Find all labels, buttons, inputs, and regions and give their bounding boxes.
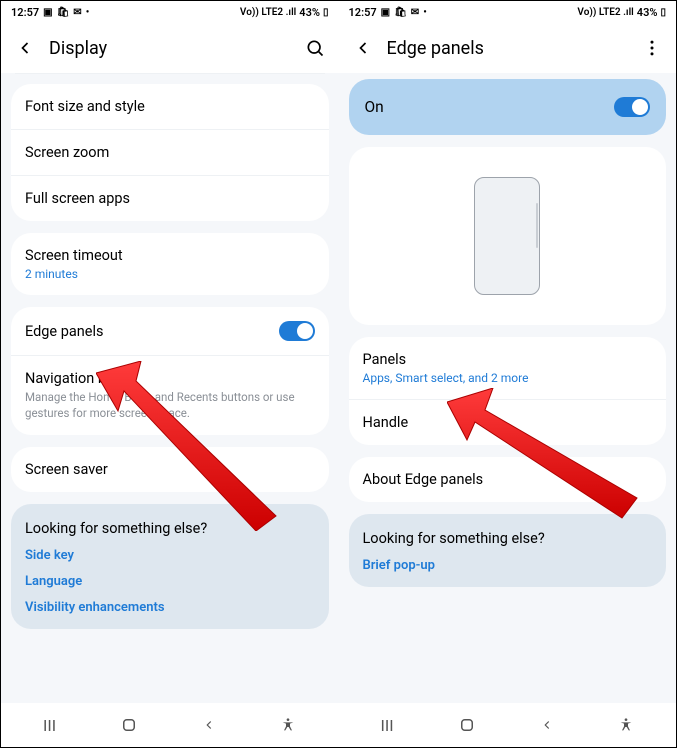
nav-recents-icon[interactable]: III <box>381 716 394 735</box>
link-language[interactable]: Language <box>25 574 315 589</box>
camera-icon: ▣ <box>43 7 52 18</box>
nav-home-icon[interactable] <box>458 716 476 734</box>
battery-pct: 43% <box>299 6 320 19</box>
phone-display-settings: 12:57 ▣ 🛍 ✉ • Vo)) LTE2 .ıll 43% ▯ Displ… <box>1 1 339 747</box>
battery-pct: 43% <box>637 6 658 19</box>
row-handle[interactable]: Handle <box>349 400 667 445</box>
row-font-size[interactable]: Font size and style <box>11 84 329 130</box>
nav-recents-icon[interactable]: III <box>43 716 56 735</box>
app-header: Display <box>1 23 339 73</box>
group-saver: Screen saver <box>11 447 329 492</box>
status-time: 12:57 <box>11 6 39 19</box>
status-bar: 12:57 ▣ 🛍 ✉ • Vo)) LTE2 .ıll 43% ▯ <box>1 1 339 23</box>
message-icon: ✉ <box>411 7 419 18</box>
link-visibility[interactable]: Visibility enhancements <box>25 600 315 615</box>
row-navigation-bar[interactable]: Navigation bar Manage the Home, Back, an… <box>11 356 329 435</box>
panels-sub: Apps, Smart select, and 2 more <box>363 371 653 385</box>
shop-icon: 🛍 <box>57 7 70 18</box>
app-header: Edge panels <box>339 23 677 73</box>
nav-accessibility-icon[interactable] <box>618 717 634 733</box>
group-about: About Edge panels <box>349 457 667 502</box>
master-toggle-row[interactable]: On <box>349 79 667 135</box>
signal-icon: Vo)) LTE2 .ıll <box>577 7 633 18</box>
camera-icon: ▣ <box>381 7 390 18</box>
row-about-edge[interactable]: About Edge panels <box>349 457 667 502</box>
nav-bar: III <box>1 703 339 747</box>
nav-back-icon[interactable] <box>540 718 554 732</box>
looking-for-else: Looking for something else? Side key Lan… <box>11 504 329 629</box>
nav-bar: III <box>339 703 677 747</box>
row-screen-saver[interactable]: Screen saver <box>11 447 329 492</box>
shop-icon: 🛍 <box>394 7 407 18</box>
battery-icon: ▯ <box>323 7 329 18</box>
signal-icon: Vo)) LTE2 .ıll <box>240 7 296 18</box>
nav-bar-sub: Manage the Home, Back, and Recents butto… <box>25 390 315 421</box>
dot-icon: • <box>423 7 427 18</box>
status-time: 12:57 <box>349 6 377 19</box>
nav-home-icon[interactable] <box>120 716 138 734</box>
timeout-value: 2 minutes <box>25 267 315 281</box>
group-edge-nav: Edge panels Navigation bar Manage the Ho… <box>11 307 329 435</box>
edge-preview <box>349 147 667 325</box>
status-bar: 12:57 ▣ 🛍 ✉ • Vo)) LTE2 .ıll 43% ▯ <box>339 1 677 23</box>
group-display-basic: Font size and style Screen zoom Full scr… <box>11 84 329 221</box>
row-edge-panels[interactable]: Edge panels <box>11 307 329 356</box>
nav-back-icon[interactable] <box>202 718 216 732</box>
looking-for-else: Looking for something else? Brief pop-up <box>349 514 667 587</box>
link-brief-popup[interactable]: Brief pop-up <box>363 558 653 573</box>
master-toggle[interactable] <box>614 97 650 117</box>
page-title: Display <box>49 38 291 59</box>
edge-panels-toggle[interactable] <box>279 321 315 341</box>
message-icon: ✉ <box>73 7 81 18</box>
row-screen-timeout[interactable]: Screen timeout 2 minutes <box>11 233 329 295</box>
search-icon[interactable] <box>305 38 325 58</box>
battery-icon: ▯ <box>660 7 666 18</box>
row-fullscreen-apps[interactable]: Full screen apps <box>11 176 329 221</box>
back-icon[interactable] <box>15 38 35 58</box>
link-side-key[interactable]: Side key <box>25 548 315 563</box>
phone-preview-icon <box>474 177 540 295</box>
looking-title: Looking for something else? <box>363 530 653 547</box>
dot-icon: • <box>86 7 90 18</box>
master-toggle-label: On <box>365 98 384 116</box>
group-timeout: Screen timeout 2 minutes <box>11 233 329 295</box>
group-panels-handle: Panels Apps, Smart select, and 2 more Ha… <box>349 337 667 445</box>
row-panels[interactable]: Panels Apps, Smart select, and 2 more <box>349 337 667 400</box>
more-icon[interactable] <box>642 38 662 58</box>
nav-accessibility-icon[interactable] <box>280 717 296 733</box>
back-icon[interactable] <box>353 38 373 58</box>
page-title: Edge panels <box>387 38 629 59</box>
looking-title: Looking for something else? <box>25 520 315 537</box>
phone-edge-panels: 12:57 ▣ 🛍 ✉ • Vo)) LTE2 .ıll 43% ▯ Edge … <box>339 1 677 747</box>
row-screen-zoom[interactable]: Screen zoom <box>11 130 329 176</box>
